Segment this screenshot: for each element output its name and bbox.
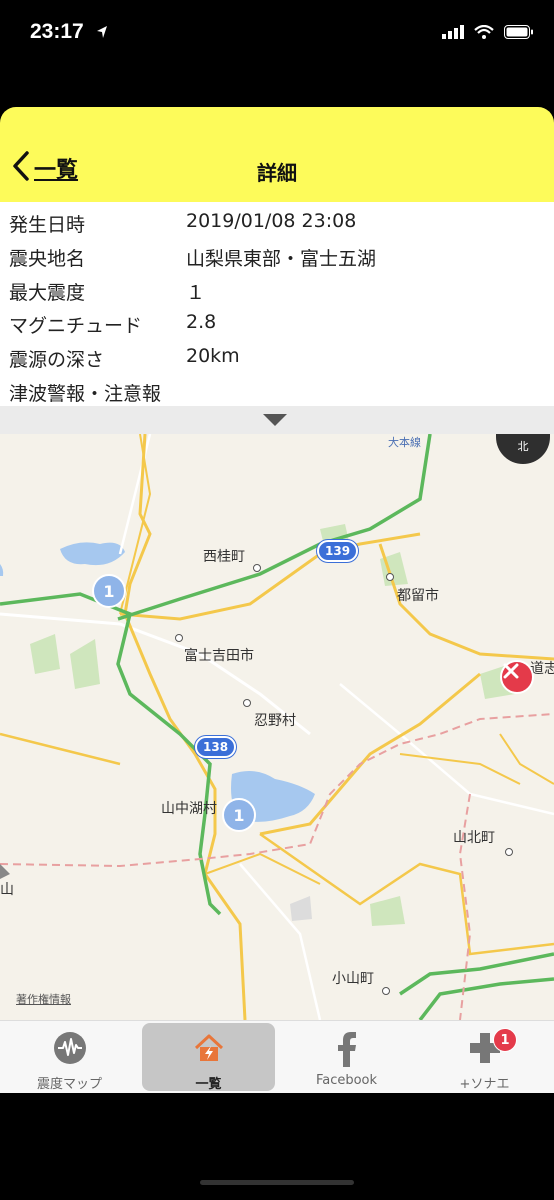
intensity-cluster-marker[interactable]: 1 (92, 574, 126, 608)
route-shield-139: 139 (317, 540, 359, 562)
detail-value: １ (186, 282, 206, 304)
waveform-icon (3, 1031, 136, 1065)
place-marker (243, 699, 251, 707)
park-area (370, 896, 405, 926)
status-icons (442, 24, 534, 43)
place-label: 小山町 (332, 971, 374, 987)
place-marker (253, 564, 261, 572)
place-label: 富士吉田市 (184, 648, 254, 664)
map-credit-link[interactable]: 著作権情報 (16, 991, 71, 1007)
place-label: 忍野村 (254, 713, 296, 729)
place-label: 山北町 (453, 830, 495, 846)
facebook-icon (280, 1031, 413, 1067)
map-view[interactable]: 西桂町 都留市 富士吉田市 忍野村 山中湖村 山北町 小山町 山 道志 大本線 … (0, 434, 554, 1020)
tab-list[interactable]: 一覧 (142, 1023, 275, 1092)
place-marker (175, 634, 183, 642)
place-label: 山中湖村 (161, 801, 217, 817)
tab-sonae[interactable]: 1 +ソナエ (418, 1023, 551, 1092)
detail-label: 津波警報・注意報 (9, 383, 162, 405)
lake-edge (0, 564, 4, 576)
epicenter-marker[interactable] (500, 660, 534, 694)
route-shield-138: 138 (195, 736, 237, 758)
place-marker (382, 987, 390, 995)
place-label: 大本線 (388, 436, 421, 449)
page-title: 詳細 (257, 161, 297, 185)
home-indicator (200, 1180, 354, 1185)
location-arrow-icon (96, 24, 108, 43)
collapse-toggle[interactable] (0, 406, 554, 434)
tab-shindo-map[interactable]: 震度マップ (3, 1023, 136, 1092)
tab-label: 震度マップ (36, 1077, 102, 1092)
place-label: 山 (0, 882, 14, 898)
x-icon (503, 663, 519, 679)
park-area (70, 639, 100, 689)
detail-label: 発生日時 (9, 214, 86, 236)
compass-label: 北 (517, 440, 529, 453)
urban-area (290, 896, 312, 921)
detail-value: 2.8 (186, 311, 217, 333)
wifi-icon (474, 24, 494, 43)
plus-icon (418, 1031, 551, 1065)
park-area (30, 634, 60, 674)
house-lightning-icon (142, 1031, 275, 1065)
signal-icon (442, 24, 464, 43)
intensity-cluster-marker[interactable]: 1 (222, 798, 256, 832)
detail-label: 震央地名 (9, 248, 86, 270)
tab-bar: 震度マップ 一覧 Facebook 1 +ソナエ (0, 1020, 554, 1093)
detail-value: 20km (186, 345, 240, 367)
triangle-down-icon (263, 414, 287, 426)
navigation-header: 一覧 詳細 (0, 107, 554, 202)
tab-facebook[interactable]: Facebook (280, 1023, 413, 1091)
place-label: 都留市 (397, 588, 439, 604)
detail-label: 最大震度 (9, 282, 86, 304)
lake-kawaguchi (60, 542, 125, 566)
place-marker (505, 848, 513, 856)
tab-label: +ソナエ (459, 1077, 510, 1092)
earthquake-details: 発生日時 2019/01/08 23:08 震央地名 山梨県東部・富士五湖 最大… (0, 202, 554, 406)
status-time: 23:17 (30, 20, 84, 43)
notification-badge: 1 (493, 1028, 517, 1052)
detail-label: 震源の深さ (9, 349, 105, 371)
status-bar: 23:17 (0, 0, 554, 70)
detail-label: マグニチュード (9, 315, 143, 337)
tab-label: Facebook (315, 1073, 378, 1088)
battery-icon (504, 24, 534, 43)
place-label: 西桂町 (203, 549, 245, 565)
detail-value: 2019/01/08 23:08 (186, 210, 357, 232)
place-marker (386, 573, 394, 581)
detail-value: 山梨県東部・富士五湖 (186, 248, 377, 270)
tab-label: 一覧 (195, 1077, 222, 1092)
